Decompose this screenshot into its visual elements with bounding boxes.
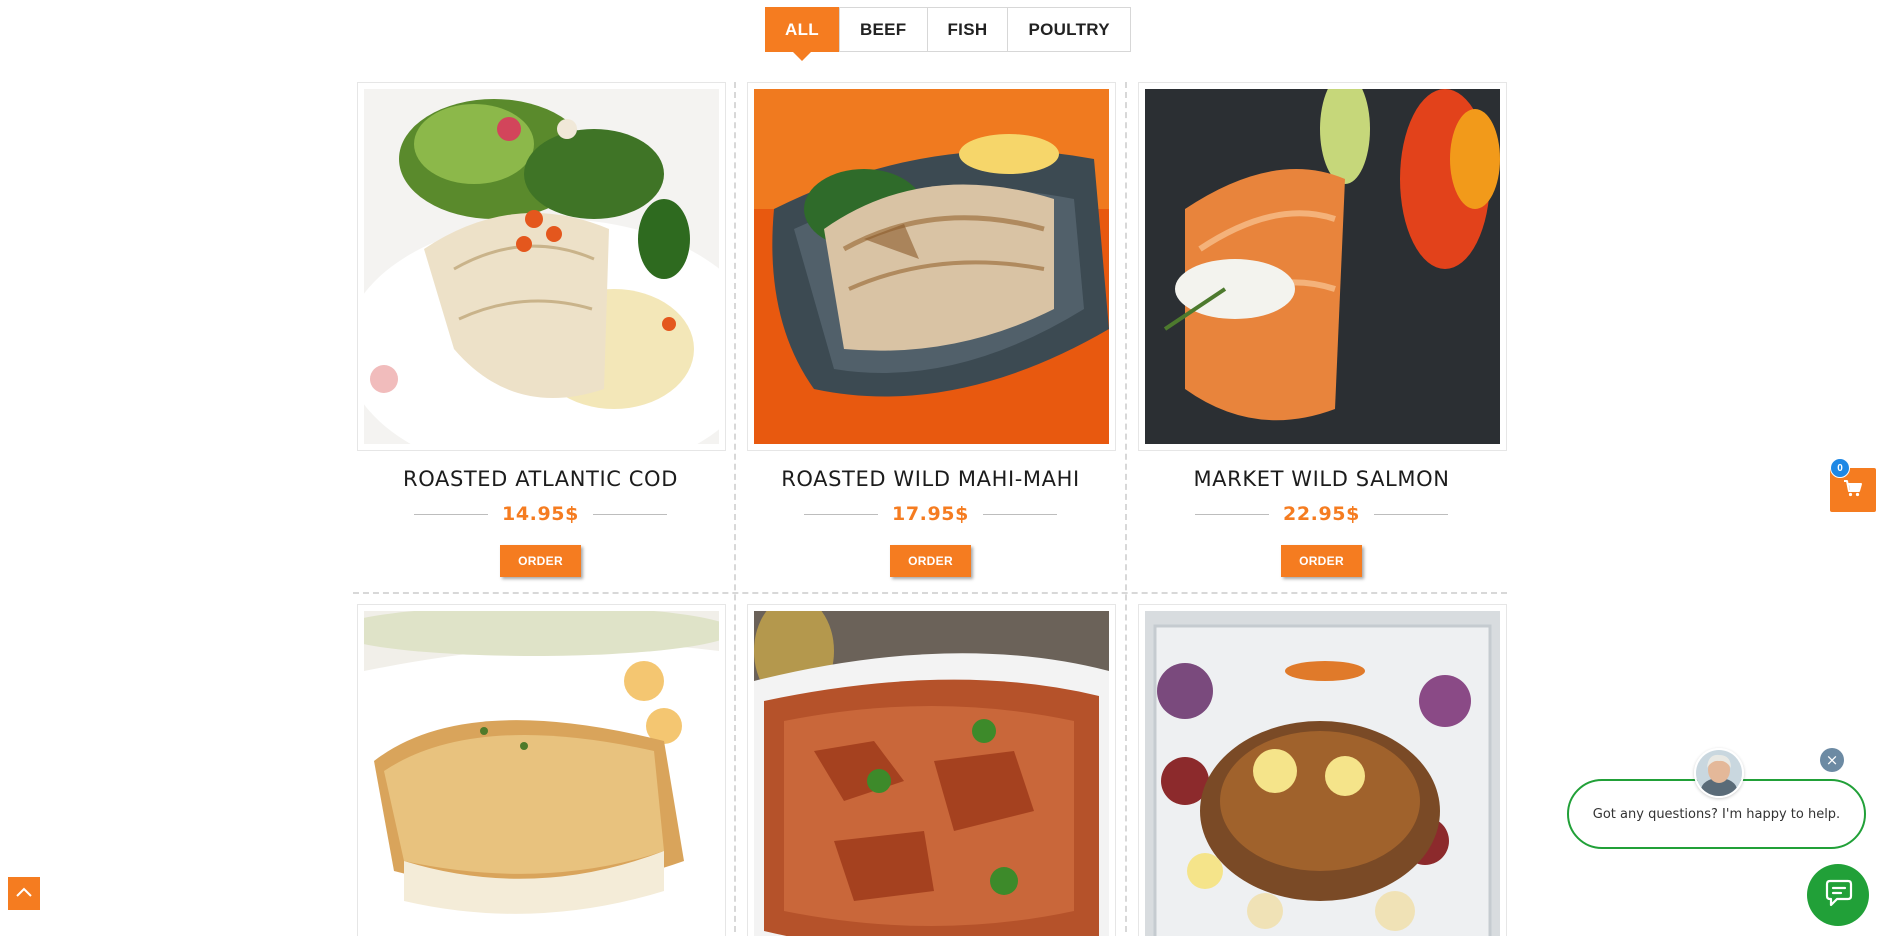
menu-card <box>357 604 726 936</box>
menu-card: MARKET WILD SALMON 22.95$ ORDER <box>1138 82 1507 577</box>
chat-launcher-button[interactable] <box>1807 864 1869 926</box>
close-icon: × <box>1825 751 1839 769</box>
menu-card <box>1138 604 1507 936</box>
menu-card-image-frame[interactable] <box>747 604 1116 936</box>
back-to-top-button[interactable] <box>8 877 40 910</box>
food-photo <box>364 89 719 444</box>
menu-item-title: ROASTED WILD MAHI-MAHI <box>781 467 1080 491</box>
menu-card-image-frame[interactable] <box>357 604 726 936</box>
price-divider <box>804 513 879 515</box>
price-divider <box>982 513 1057 515</box>
grid-divider <box>734 82 736 936</box>
menu-card <box>747 604 1116 936</box>
food-photo <box>754 611 1109 936</box>
chat-close-button[interactable]: × <box>1820 748 1844 772</box>
menu-card: ROASTED ATLANTIC COD 14.95$ ORDER <box>357 82 726 577</box>
order-button[interactable]: ORDER <box>500 545 581 577</box>
order-button[interactable]: ORDER <box>1281 545 1362 577</box>
price-row: 17.95$ <box>747 503 1114 525</box>
menu-item-title: ROASTED ATLANTIC COD <box>403 467 678 491</box>
menu-item-title: MARKET WILD SALMON <box>1193 467 1450 491</box>
menu-item-price: 17.95$ <box>892 503 969 525</box>
food-photo <box>1145 611 1500 936</box>
grid-divider <box>353 592 1507 594</box>
page: ALL BEEF FISH POULTRY ROASTED ATLANTIC C… <box>0 0 1883 936</box>
food-photo <box>364 611 719 936</box>
menu-item-price: 22.95$ <box>1283 503 1360 525</box>
price-row: 22.95$ <box>1138 503 1505 525</box>
price-row: 14.95$ <box>357 503 724 525</box>
chevron-up-icon <box>15 885 33 903</box>
menu-card-image-frame[interactable] <box>357 82 726 451</box>
chat-icon <box>1823 879 1853 912</box>
food-photo <box>1145 89 1500 444</box>
filter-tab-beef[interactable]: BEEF <box>839 8 928 51</box>
cart-button[interactable]: 0 <box>1830 458 1876 512</box>
price-divider <box>414 513 489 515</box>
price-divider <box>1195 513 1270 515</box>
order-button[interactable]: ORDER <box>890 545 971 577</box>
price-divider <box>1373 513 1448 515</box>
price-divider <box>592 513 667 515</box>
cart-icon <box>1843 479 1863 502</box>
grid-divider <box>1125 82 1127 936</box>
food-photo <box>754 89 1109 444</box>
chat-agent-avatar <box>1694 748 1744 798</box>
filter-tab-all[interactable]: ALL <box>765 7 840 61</box>
filter-tab-fish[interactable]: FISH <box>927 8 1009 51</box>
menu-item-price: 14.95$ <box>502 503 579 525</box>
cart-count-badge: 0 <box>1830 458 1850 478</box>
category-filter: ALL BEEF FISH POULTRY <box>765 7 1131 61</box>
menu-card-image-frame[interactable] <box>1138 604 1507 936</box>
menu-card-image-frame[interactable] <box>1138 82 1507 451</box>
menu-card-image-frame[interactable] <box>747 82 1116 451</box>
filter-tab-poultry[interactable]: POULTRY <box>1008 8 1130 51</box>
chat-greeting-text: Got any questions? I'm happy to help. <box>1592 806 1841 822</box>
menu-card: ROASTED WILD MAHI-MAHI 17.95$ ORDER <box>747 82 1116 577</box>
